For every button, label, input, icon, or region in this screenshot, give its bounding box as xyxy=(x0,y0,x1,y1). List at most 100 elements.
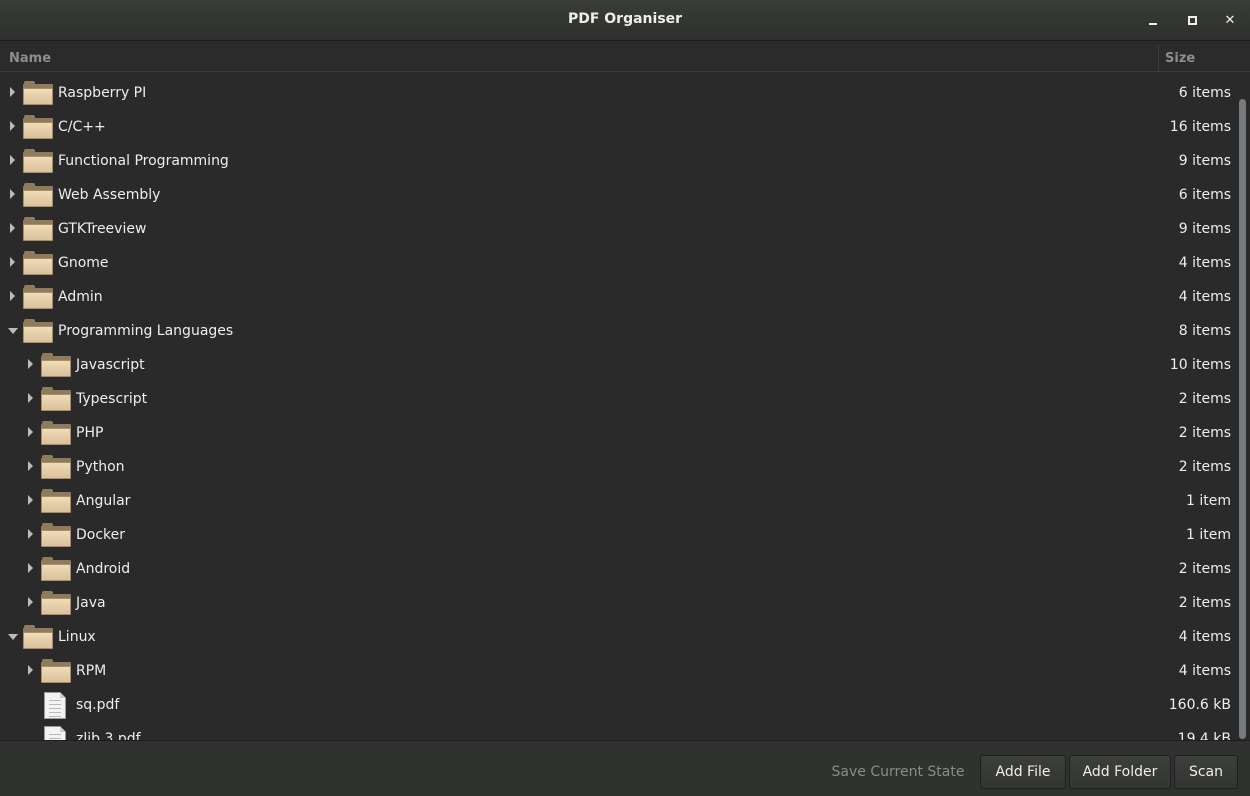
expander-arrow-icon[interactable] xyxy=(28,461,33,471)
folder-icon xyxy=(23,115,53,139)
tree-row-size: 1 item xyxy=(1186,527,1231,543)
tree-row-folder[interactable]: GTKTreeview 9 items xyxy=(0,212,1236,246)
tree-row-label: Programming Languages xyxy=(58,323,234,339)
expander-arrow-icon[interactable] xyxy=(28,427,33,437)
tree-row-folder[interactable]: Functional Programming 9 items xyxy=(0,144,1236,178)
tree-row-size: 2 items xyxy=(1178,391,1231,407)
tree-row-folder[interactable]: RPM 4 items xyxy=(0,654,1236,688)
expander-arrow-icon[interactable] xyxy=(28,393,33,403)
expander-arrow-icon[interactable] xyxy=(28,359,33,369)
maximize-button[interactable] xyxy=(1179,8,1205,32)
folder-icon xyxy=(23,183,53,207)
folder-icon xyxy=(41,591,71,615)
file-tree[interactable]: Raspberry PI 6 items C/C++ 16 items Function… xyxy=(0,76,1236,740)
folder-icon xyxy=(41,421,71,445)
tree-row-folder[interactable]: Javascript 10 items xyxy=(0,348,1236,382)
tree-row-size: 160.6 kB xyxy=(1168,697,1231,713)
tree-row-label: RPM xyxy=(76,663,107,679)
expander-arrow-icon[interactable] xyxy=(28,665,33,675)
tree-row-label: Java xyxy=(76,595,106,611)
tree-row-size: 2 items xyxy=(1178,595,1231,611)
add-file-button[interactable]: Add File xyxy=(980,755,1066,789)
folder-icon xyxy=(41,489,71,513)
window-title: PDF Organiser xyxy=(567,11,683,27)
folder-icon xyxy=(23,285,53,309)
tree-row-label: Gnome xyxy=(58,255,109,271)
pdf-file-icon xyxy=(44,692,66,719)
tree-row-file[interactable]: sq.pdf 160.6 kB xyxy=(0,688,1236,722)
expander-arrow-icon[interactable] xyxy=(28,495,33,505)
tree-row-folder[interactable]: PHP 2 items xyxy=(0,416,1236,450)
tree-row-folder[interactable]: Angular 1 item xyxy=(0,484,1236,518)
expander-arrow-icon[interactable] xyxy=(8,328,18,334)
folder-icon xyxy=(41,387,71,411)
tree-row-label: zlib 3.pdf xyxy=(76,731,141,740)
expander-arrow-icon[interactable] xyxy=(28,529,33,539)
tree-row-label: Typescript xyxy=(76,391,148,407)
expander-arrow-icon[interactable] xyxy=(28,597,33,607)
tree-row-folder[interactable]: Docker 1 item xyxy=(0,518,1236,552)
close-button[interactable]: ✕ xyxy=(1217,8,1243,32)
folder-icon xyxy=(41,659,71,683)
minimize-button[interactable] xyxy=(1140,8,1166,32)
expander-arrow-icon[interactable] xyxy=(10,121,15,131)
tree-row-folder[interactable]: Linux 4 items xyxy=(0,620,1236,654)
tree-row-label: Admin xyxy=(58,289,103,305)
add-folder-button[interactable]: Add Folder xyxy=(1069,755,1171,789)
tree-row-size: 4 items xyxy=(1178,629,1231,645)
tree-row-folder[interactable]: C/C++ 16 items xyxy=(0,110,1236,144)
tree-row-size: 4 items xyxy=(1178,255,1231,271)
expander-arrow-icon[interactable] xyxy=(10,189,15,199)
tree-row-folder[interactable]: Gnome 4 items xyxy=(0,246,1236,280)
column-header-size[interactable]: Size xyxy=(1165,51,1195,66)
expander-arrow-icon[interactable] xyxy=(10,257,15,267)
tree-row-folder[interactable]: Raspberry PI 6 items xyxy=(0,76,1236,110)
tree-row-label: Javascript xyxy=(76,357,145,373)
tree-row-label: C/C++ xyxy=(58,119,106,135)
column-separator[interactable] xyxy=(1158,45,1159,72)
column-header-name[interactable]: Name xyxy=(9,51,51,66)
close-icon: ✕ xyxy=(1224,12,1236,28)
tree-row-size: 2 items xyxy=(1178,425,1231,441)
folder-icon xyxy=(41,557,71,581)
tree-row-folder[interactable]: Programming Languages 8 items xyxy=(0,314,1236,348)
tree-row-label: sq.pdf xyxy=(76,697,120,713)
tree-row-folder[interactable]: Typescript 2 items xyxy=(0,382,1236,416)
tree-row-size: 9 items xyxy=(1178,153,1231,169)
minimize-icon xyxy=(1149,23,1157,25)
tree-row-label: Raspberry PI xyxy=(58,85,147,101)
tree-row-size: 2 items xyxy=(1178,459,1231,475)
title-bar: PDF Organiser ✕ xyxy=(0,0,1250,41)
scan-button[interactable]: Scan xyxy=(1174,755,1238,789)
scrollbar-thumb[interactable] xyxy=(1239,99,1246,739)
tree-row-folder[interactable]: Java 2 items xyxy=(0,586,1236,620)
expander-arrow-icon[interactable] xyxy=(10,223,15,233)
folder-icon xyxy=(41,455,71,479)
expander-arrow-icon[interactable] xyxy=(10,87,15,97)
tree-row-label: Docker xyxy=(76,527,126,543)
tree-row-folder[interactable]: Android 2 items xyxy=(0,552,1236,586)
folder-icon xyxy=(23,319,53,343)
tree-row-size: 4 items xyxy=(1178,663,1231,679)
tree-row-folder[interactable]: Python 2 items xyxy=(0,450,1236,484)
vertical-scrollbar[interactable] xyxy=(1237,76,1250,740)
save-current-state-button[interactable]: Save Current State xyxy=(824,755,972,789)
tree-row-size: 10 items xyxy=(1169,357,1231,373)
expander-arrow-icon[interactable] xyxy=(8,634,18,640)
tree-row-size: 1 item xyxy=(1186,493,1231,509)
expander-arrow-icon[interactable] xyxy=(10,291,15,301)
tree-row-size: 16 items xyxy=(1169,119,1231,135)
expander-arrow-icon[interactable] xyxy=(10,155,15,165)
tree-row-folder[interactable]: Web Assembly 6 items xyxy=(0,178,1236,212)
folder-icon xyxy=(23,251,53,275)
expander-arrow-icon[interactable] xyxy=(28,563,33,573)
tree-row-size: 19.4 kB xyxy=(1177,731,1231,740)
pdf-file-icon xyxy=(44,726,66,740)
tree-row-size: 4 items xyxy=(1178,289,1231,305)
maximize-icon xyxy=(1187,15,1197,25)
tree-row-file[interactable]: zlib 3.pdf 19.4 kB xyxy=(0,722,1236,740)
tree-row-folder[interactable]: Admin 4 items xyxy=(0,280,1236,314)
tree-row-size: 6 items xyxy=(1178,187,1231,203)
tree-row-label: PHP xyxy=(76,425,104,441)
folder-icon xyxy=(23,81,53,105)
